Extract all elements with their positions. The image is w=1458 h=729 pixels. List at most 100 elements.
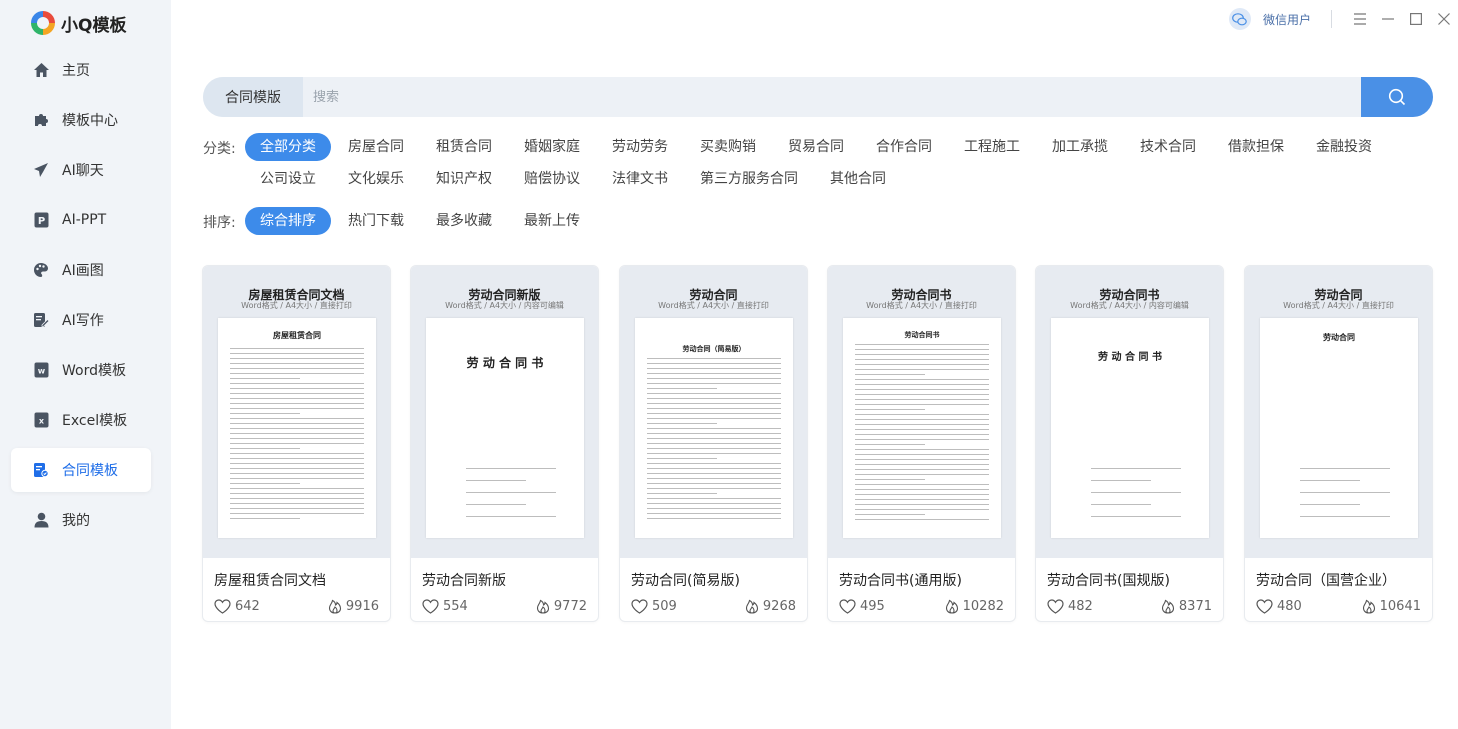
sidebar-item-home[interactable]: 主页: [11, 48, 151, 92]
document-text-line: [855, 474, 989, 475]
favorite-count[interactable]: 509: [631, 599, 677, 614]
category-chip[interactable]: 技术合同: [1140, 133, 1196, 161]
category-chip[interactable]: 其他合同: [830, 165, 886, 193]
document-text-line: [230, 483, 300, 484]
logo-icon: [31, 11, 55, 35]
document-text-line: [855, 394, 989, 395]
hot-count-value: 8371: [1178, 598, 1212, 614]
app-logo[interactable]: 小Q模板: [31, 10, 126, 36]
user-name[interactable]: 微信用户: [1263, 11, 1311, 28]
thumbnail-subtitle: Word格式 / A4大小 / 直接打印: [866, 301, 977, 310]
document-text-line: [855, 479, 925, 480]
category-chip[interactable]: 贸易合同: [788, 133, 844, 161]
sidebar-item-ai-writing[interactable]: AI写作: [11, 298, 151, 342]
user-icon: [32, 511, 50, 529]
favorite-count[interactable]: 495: [839, 599, 885, 614]
sidebar-item-mine[interactable]: 我的: [11, 498, 151, 542]
document-text-line: [647, 363, 781, 364]
template-stats: 554 9772: [422, 597, 587, 615]
document-text-line: [855, 464, 989, 465]
heart-icon: [1256, 598, 1273, 614]
document-title: 房屋租赁合同: [273, 331, 321, 340]
favorite-count-value: 495: [860, 598, 885, 614]
category-chip[interactable]: 劳动劳务: [612, 133, 668, 161]
minimize-button[interactable]: [1374, 5, 1402, 33]
favorite-count[interactable]: 480: [1256, 599, 1302, 614]
template-card[interactable]: 房屋租赁合同文档 Word格式 / A4大小 / 直接打印 房屋租赁合同 房屋租…: [202, 265, 391, 622]
template-card[interactable]: 劳动合同 Word格式 / A4大小 / 直接打印 劳动合同（简易版） 劳动合同…: [619, 265, 808, 622]
template-card[interactable]: 劳动合同书 Word格式 / A4大小 / 直接打印 劳动合同书 劳动合同书(通…: [827, 265, 1016, 622]
thumbnail-subtitle: Word格式 / A4大小 / 直接打印: [658, 301, 769, 310]
sort-chip[interactable]: 最多收藏: [436, 207, 492, 235]
document-text-line: [1300, 504, 1360, 505]
template-card[interactable]: 劳动合同新版 Word格式 / A4大小 / 内容可编辑 劳 动 合 同 书 劳…: [410, 265, 599, 622]
template-card[interactable]: 劳动合同 Word格式 / A4大小 / 直接打印 劳动合同 劳动合同（国营企业…: [1244, 265, 1433, 622]
sidebar-item-word-templates[interactable]: w Word模板: [11, 348, 151, 392]
send-icon: [32, 161, 50, 179]
sidebar-item-ai-chat[interactable]: AI聊天: [11, 148, 151, 192]
svg-text:w: w: [37, 367, 45, 376]
thumbnail-subtitle: Word格式 / A4大小 / 直接打印: [1283, 301, 1394, 310]
category-chip[interactable]: 合作合同: [876, 133, 932, 161]
category-chip[interactable]: 全部分类: [245, 133, 331, 161]
document-title: 劳 动 合 同 书: [1098, 352, 1162, 363]
document-text-line: [855, 414, 989, 415]
category-chip[interactable]: 工程施工: [964, 133, 1020, 161]
category-chip[interactable]: 第三方服务合同: [700, 165, 798, 193]
category-chip[interactable]: 房屋合同: [348, 133, 404, 161]
document-text-line: [855, 484, 989, 485]
category-chip[interactable]: 金融投资: [1316, 133, 1372, 161]
sidebar-item-contract-templates[interactable]: 合同模板: [11, 448, 151, 492]
document-text-line: [855, 349, 989, 350]
document-text-line: [647, 423, 717, 424]
svg-text:P: P: [37, 216, 44, 227]
category-chip[interactable]: 婚姻家庭: [524, 133, 580, 161]
document-text-line: [647, 428, 781, 429]
document-text-line: [466, 504, 526, 505]
sort-chip[interactable]: 综合排序: [245, 207, 331, 235]
category-chip[interactable]: 公司设立: [260, 165, 316, 193]
sort-chip[interactable]: 最新上传: [524, 207, 580, 235]
document-text-line: [1300, 468, 1390, 469]
document-text-line: [230, 368, 364, 369]
document-title: 劳 动 合 同 书: [466, 356, 544, 370]
category-chip[interactable]: 买卖购销: [700, 133, 756, 161]
category-chip[interactable]: 租赁合同: [436, 133, 492, 161]
document-text-line: [855, 419, 989, 420]
document-text-line: [855, 439, 989, 440]
document-text-line: [230, 388, 364, 389]
sidebar-item-label: AI聊天: [62, 163, 104, 179]
category-chip[interactable]: 赔偿协议: [524, 165, 580, 193]
category-chip[interactable]: 借款担保: [1228, 133, 1284, 161]
sort-chip[interactable]: 热门下载: [348, 207, 404, 235]
document-text-line: [230, 473, 364, 474]
search-category[interactable]: 合同模版: [203, 77, 303, 117]
template-card[interactable]: 劳动合同书 Word格式 / A4大小 / 内容可编辑 劳 动 合 同 书 劳动…: [1035, 265, 1224, 622]
document-preview: 劳 动 合 同 书: [426, 318, 584, 538]
favorite-count[interactable]: 554: [422, 599, 468, 614]
template-thumbnail: 劳动合同书 Word格式 / A4大小 / 直接打印 劳动合同书: [828, 266, 1015, 558]
sidebar-item-template-center[interactable]: 模板中心: [11, 98, 151, 142]
maximize-button[interactable]: [1402, 5, 1430, 33]
category-chip[interactable]: 文化娱乐: [348, 165, 404, 193]
category-chip[interactable]: 法律文书: [612, 165, 668, 193]
search-input[interactable]: [303, 77, 1361, 117]
search-button[interactable]: [1361, 77, 1433, 117]
sidebar-item-ai-ppt[interactable]: P AI-PPT: [11, 198, 151, 242]
favorite-count[interactable]: 482: [1047, 599, 1093, 614]
favorite-count[interactable]: 642: [214, 599, 260, 614]
close-button[interactable]: [1430, 5, 1458, 33]
sidebar-item-ai-draw[interactable]: AI画图: [11, 248, 151, 292]
sidebar-item-label: 主页: [62, 63, 90, 79]
category-chip[interactable]: 加工承揽: [1052, 133, 1108, 161]
template-stats: 480 10641: [1256, 597, 1421, 615]
menu-button[interactable]: [1346, 5, 1374, 33]
document-text-line: [647, 468, 781, 469]
wechat-icon[interactable]: [1228, 8, 1251, 30]
heart-icon: [631, 598, 648, 614]
document-text-line: [230, 363, 364, 364]
document-text-line: [647, 498, 781, 499]
sidebar-item-excel-templates[interactable]: x Excel模板: [11, 398, 151, 442]
document-text-line: [230, 413, 300, 414]
category-chip[interactable]: 知识产权: [436, 165, 492, 193]
